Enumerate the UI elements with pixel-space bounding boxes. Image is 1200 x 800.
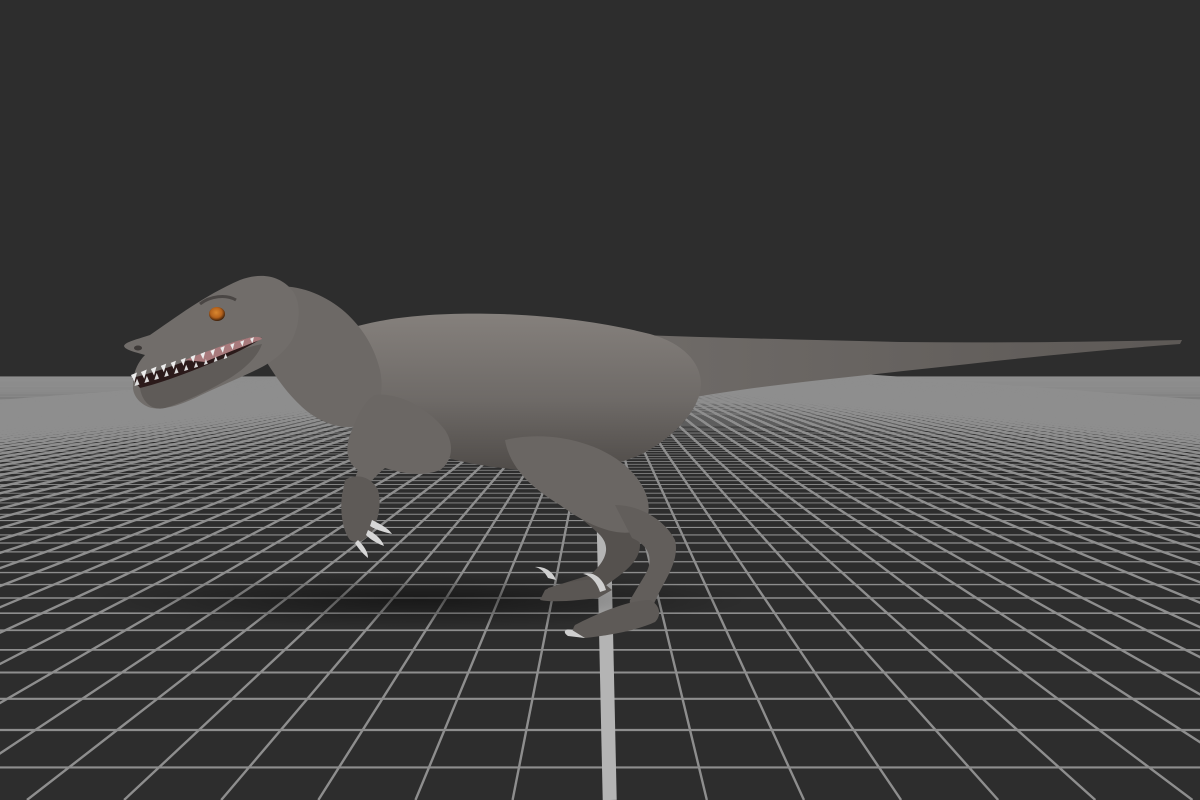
dinosaur-nostril — [134, 345, 142, 351]
3d-viewport[interactable] — [0, 0, 1200, 800]
dinosaur-eye — [209, 307, 225, 321]
viewport-scene[interactable] — [0, 0, 1200, 800]
